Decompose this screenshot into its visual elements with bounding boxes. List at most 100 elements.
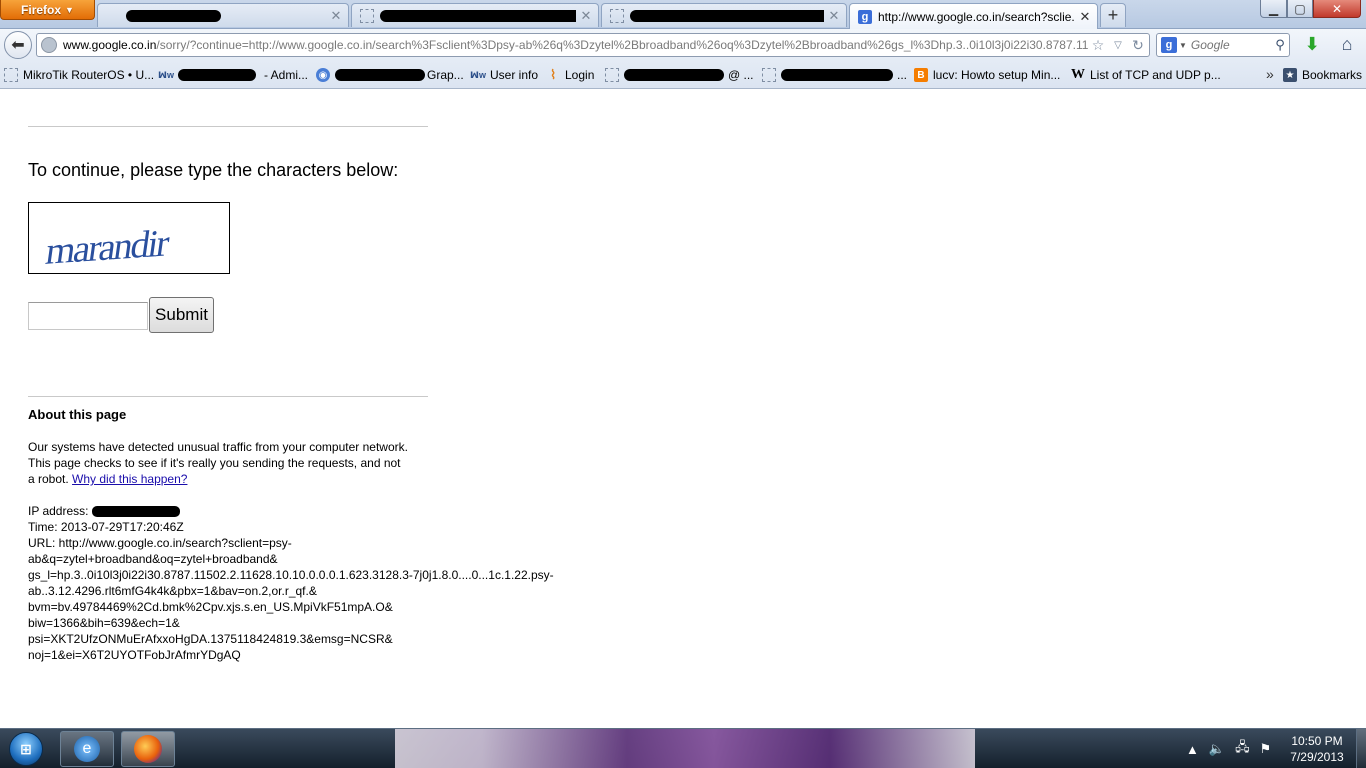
volume-icon[interactable]: 🔈 [1209,741,1225,757]
blogger-icon: B [914,68,928,82]
bookmark-graph[interactable]: ◉ Grap... [316,67,464,83]
bookmark-label: Grap... [427,68,464,82]
mediawiki-icon: ꟽw [470,69,486,80]
tab-active-google-search[interactable]: g http://www.google.co.in/search?sclie..… [849,3,1098,29]
bookmarks-star-icon: ★ [1283,68,1297,82]
reload-icon[interactable]: ↻ [1129,37,1147,54]
tab-title-redacted [380,9,576,23]
tab-2[interactable]: ✕ [351,3,599,27]
url-text[interactable]: www.google.co.in/sorry/?continue=http://… [63,38,1089,52]
taskbar-firefox[interactable] [121,731,175,767]
bookmark-admin[interactable]: ꟽw - Admi... [158,67,309,83]
bookmark-tcp-udp[interactable]: W List of TCP and UDP p... [1071,67,1221,83]
google-search-engine-icon[interactable]: g [1161,37,1177,53]
url-block: URL: http://www.google.co.in/search?scli… [28,536,554,662]
minimize-button[interactable]: ▁ [1260,0,1287,18]
bookmarks-menu-button[interactable]: ★ Bookmarks [1283,67,1362,83]
taskbar-internet-explorer[interactable]: e [60,731,114,767]
start-button[interactable]: ⊞ [4,729,48,768]
bookmark-redacted-2[interactable]: ... [762,67,907,83]
redacted-text [781,69,893,81]
wikipedia-icon: W [1071,67,1085,82]
close-tab-icon[interactable]: ✕ [828,8,840,24]
bookmark-mikrotik[interactable]: MikroTik RouterOS • U... [4,67,154,83]
close-tab-icon[interactable]: ✕ [330,8,342,24]
url-host: www.google.co.in [63,38,157,52]
captcha-image: marandir [28,202,230,274]
url-path: /sorry/?continue=http://www.google.co.in… [156,38,1089,52]
bookmark-star-icon[interactable]: ☆ [1089,37,1107,54]
about-paragraph: Our systems have detected unusual traffi… [28,439,408,487]
search-bar[interactable]: g ▼ ⚲ [1156,33,1290,57]
bookmark-label: lucv: Howto setup Min... [933,68,1061,82]
tab-1[interactable]: ✕ [97,3,349,27]
bookmarks-overflow-icon[interactable]: » [1266,66,1274,82]
time-line: Time: 2013-07-29T17:20:46Z [28,520,184,534]
internet-explorer-icon: e [74,736,100,762]
close-tab-icon[interactable]: ✕ [1079,9,1091,25]
request-details: IP address: Time: 2013-07-29T17:20:46Z U… [28,503,628,663]
close-tab-icon[interactable]: ✕ [580,8,592,24]
submit-button[interactable]: Submit [149,297,214,333]
redacted-ip [91,506,180,518]
show-hidden-icons-icon[interactable]: ▲ [1186,742,1199,757]
chevron-down-icon: ▼ [65,4,74,15]
captcha-input[interactable] [28,302,148,330]
bookmark-label: @ ... [728,68,754,82]
blue-circle-icon: ◉ [316,68,330,82]
why-did-this-happen-link[interactable]: Why did this happen? [72,472,187,486]
tab-title: http://www.google.co.in/search?sclie... [878,9,1075,24]
bookmark-label: List of TCP and UDP p... [1090,68,1221,82]
bookmarks-toolbar: MikroTik RouterOS • U... ꟽw - Admi... ◉ … [0,61,1366,89]
maximize-button[interactable]: ▢ [1287,0,1313,18]
captcha-text: marandir [43,222,172,273]
network-icon[interactable]: 🖧 [1235,738,1250,760]
bookmark-label: ... [897,68,908,82]
navigation-toolbar: ⬅ www.google.co.in/sorry/?continue=http:… [0,29,1366,61]
history-dropdown-icon[interactable]: ▽ [1109,40,1127,51]
windows-taskbar: ⊞ e ▲ 🔈 🖧 ⚑ 10:50 PM 7/29/2013 [0,728,1366,768]
back-button[interactable]: ⬅ [4,31,32,59]
bookmark-redacted-1[interactable]: @ ... [605,67,754,83]
about-heading: About this page [28,407,127,422]
taskbar-background-image [395,729,975,768]
ip-label: IP address: [28,504,89,518]
bookmark-login[interactable]: ⌇ Login [546,67,595,83]
close-window-button[interactable]: ✕ [1313,0,1361,18]
tab-favicon [106,9,120,23]
action-center-flag-icon[interactable]: ⚑ [1260,741,1272,757]
home-icon[interactable]: ⌂ [1336,34,1358,56]
search-input[interactable] [1190,38,1271,52]
system-clock[interactable]: 10:50 PM 7/29/2013 [1282,733,1352,765]
tab-3[interactable]: ✕ [601,3,847,27]
search-icon[interactable]: ⚲ [1271,37,1289,53]
bookmark-label: - Admi... [264,68,309,82]
chevron-down-icon[interactable]: ▼ [1179,41,1187,50]
firefox-icon [134,735,162,763]
bookmark-label: Login [565,68,595,82]
downloads-icon[interactable]: ⬇ [1302,35,1322,55]
address-bar[interactable]: www.google.co.in/sorry/?continue=http://… [36,33,1150,57]
page-icon [762,68,776,82]
windows-logo-icon: ⊞ [9,732,43,766]
show-desktop-button[interactable] [1356,729,1366,768]
clock-time: 10:50 PM [1291,734,1343,748]
bookmark-lucv-howto[interactable]: B lucv: Howto setup Min... [914,67,1060,83]
bookmark-user-info[interactable]: ꟽw User info [470,67,538,83]
divider [28,396,428,397]
bookmarks-menu-label: Bookmarks [1302,68,1363,82]
google-favicon: g [858,9,872,24]
mediawiki-icon: ꟽw [158,69,174,80]
new-tab-button[interactable]: + [1100,3,1126,27]
tab-title-redacted [126,9,326,23]
page-icon [610,8,624,23]
clock-date: 7/29/2013 [1290,750,1344,764]
captcha-prompt: To continue, please type the characters … [28,160,399,180]
page-content: To continue, please type the characters … [0,90,1366,728]
tab-title-redacted [630,9,824,23]
tab-strip: Firefox ▼ ✕ ✕ ✕ g http://www.google.co.i… [0,0,1366,29]
redacted-text [624,69,724,81]
redacted-text [335,69,425,81]
site-identity-icon[interactable] [41,37,57,53]
firefox-menu-button[interactable]: Firefox ▼ [0,0,95,20]
